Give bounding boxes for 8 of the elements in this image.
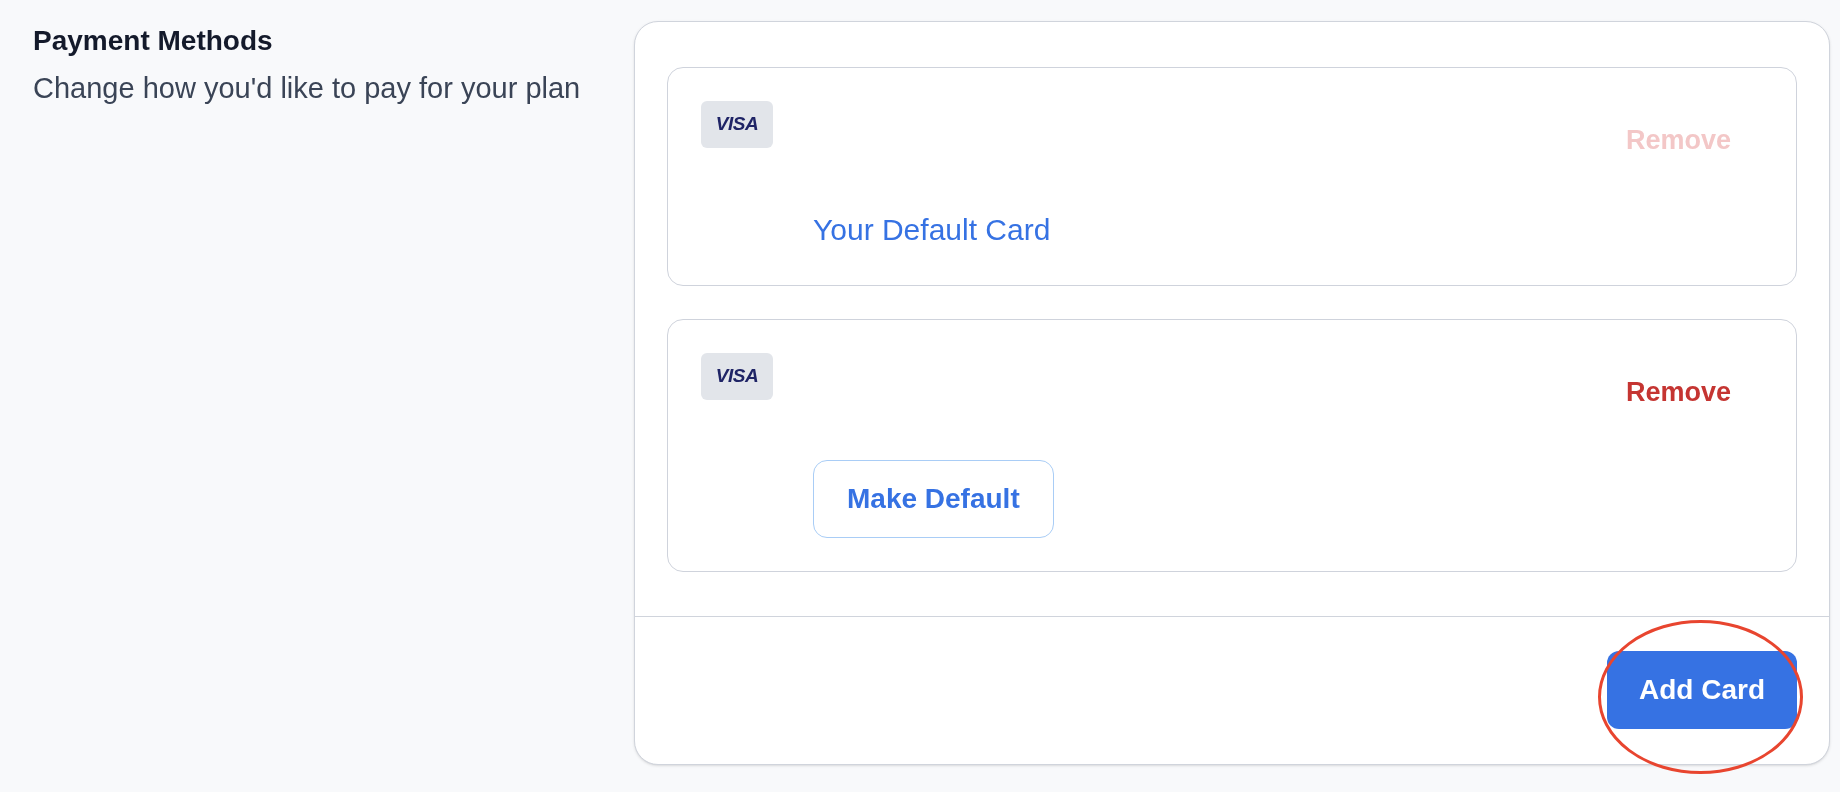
section-description: Change how you'd like to pay for your plan: [33, 71, 581, 106]
card-brand-logo: VISA: [701, 353, 773, 400]
section-title: Payment Methods: [33, 24, 273, 58]
add-card-button[interactable]: Add Card: [1607, 651, 1797, 729]
remove-button[interactable]: Remove: [1593, 367, 1763, 417]
make-default-button[interactable]: Make Default: [813, 460, 1054, 538]
default-card-label: Your Default Card: [813, 212, 1051, 248]
card-brand-logo: VISA: [701, 101, 773, 148]
